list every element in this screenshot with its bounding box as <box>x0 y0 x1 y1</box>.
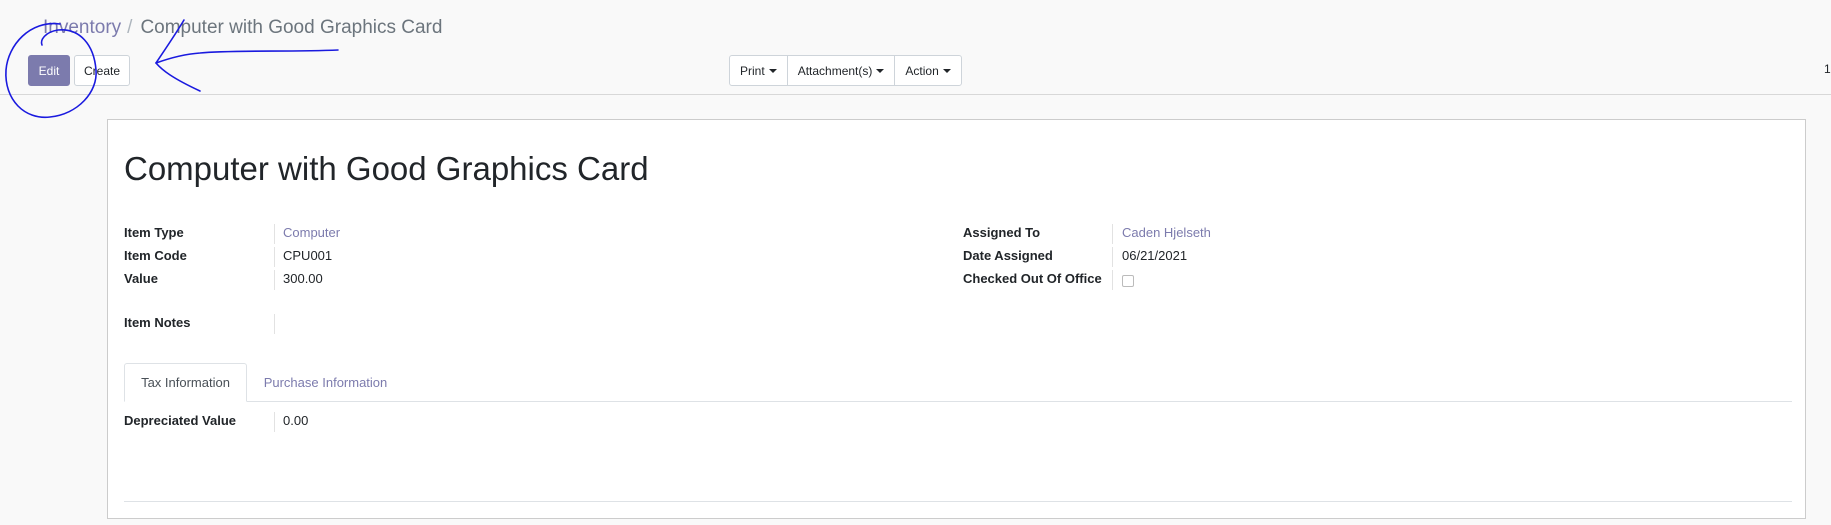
item-notes-label: Item Notes <box>124 315 191 330</box>
form-sheet: Computer with Good Graphics Card Item Ty… <box>107 119 1806 519</box>
action-button-group: Print Attachment(s) Action <box>729 55 962 86</box>
field-divider <box>1112 270 1113 290</box>
caret-down-icon <box>876 68 885 73</box>
control-panel: Inventory / Computer with Good Graphics Ca… <box>0 0 1831 95</box>
create-button[interactable]: Create <box>74 55 130 86</box>
field-divider <box>274 224 275 244</box>
breadcrumb-separator: / <box>127 17 133 38</box>
depreciated-value-label: Depreciated Value <box>124 413 236 428</box>
attachments-dropdown[interactable]: Attachment(s) <box>786 55 896 86</box>
edit-button[interactable]: Edit <box>28 55 70 86</box>
action-label: Action <box>905 63 939 78</box>
sheet-bottom-divider <box>124 501 1792 502</box>
breadcrumb-current: Computer with Good Graphics Card <box>140 17 443 38</box>
field-divider <box>274 412 275 432</box>
date-assigned-value: 06/21/2021 <box>1122 248 1188 263</box>
tab-tax-information[interactable]: Tax Information <box>124 363 247 402</box>
attachments-label: Attachment(s) <box>797 63 873 78</box>
item-code-label: Item Code <box>124 248 187 263</box>
record-title: Computer with Good Graphics Card <box>124 150 649 187</box>
depreciated-value-value: 0.00 <box>283 413 309 428</box>
breadcrumb-inventory-link[interactable]: Inventory <box>43 17 121 38</box>
checked-out-checkbox[interactable] <box>1122 275 1134 287</box>
field-divider <box>274 314 275 334</box>
field-divider <box>274 247 275 267</box>
field-divider <box>274 270 275 290</box>
item-type-label: Item Type <box>124 225 184 240</box>
action-dropdown[interactable]: Action <box>894 55 962 86</box>
field-divider <box>1112 224 1113 244</box>
caret-down-icon <box>768 68 777 73</box>
caret-down-icon <box>942 68 951 73</box>
pager-value[interactable]: 1 <box>1824 62 1831 76</box>
item-code-value: CPU001 <box>283 248 333 263</box>
assigned-to-label: Assigned To <box>963 225 1041 240</box>
date-assigned-label: Date Assigned <box>963 248 1053 263</box>
field-divider <box>1112 247 1113 267</box>
tab-purchase-information[interactable]: Purchase Information <box>248 363 403 402</box>
print-label: Print <box>740 63 765 78</box>
assigned-to-value[interactable]: Caden Hjelseth <box>1122 225 1211 240</box>
breadcrumb: Inventory / Computer with Good Graphics Ca… <box>43 17 442 39</box>
value-label: Value <box>124 271 158 286</box>
print-dropdown[interactable]: Print <box>729 55 788 86</box>
value-value: 300.00 <box>283 271 323 286</box>
checked-out-label: Checked Out Of Office <box>963 271 1102 286</box>
item-type-value[interactable]: Computer <box>283 225 340 240</box>
